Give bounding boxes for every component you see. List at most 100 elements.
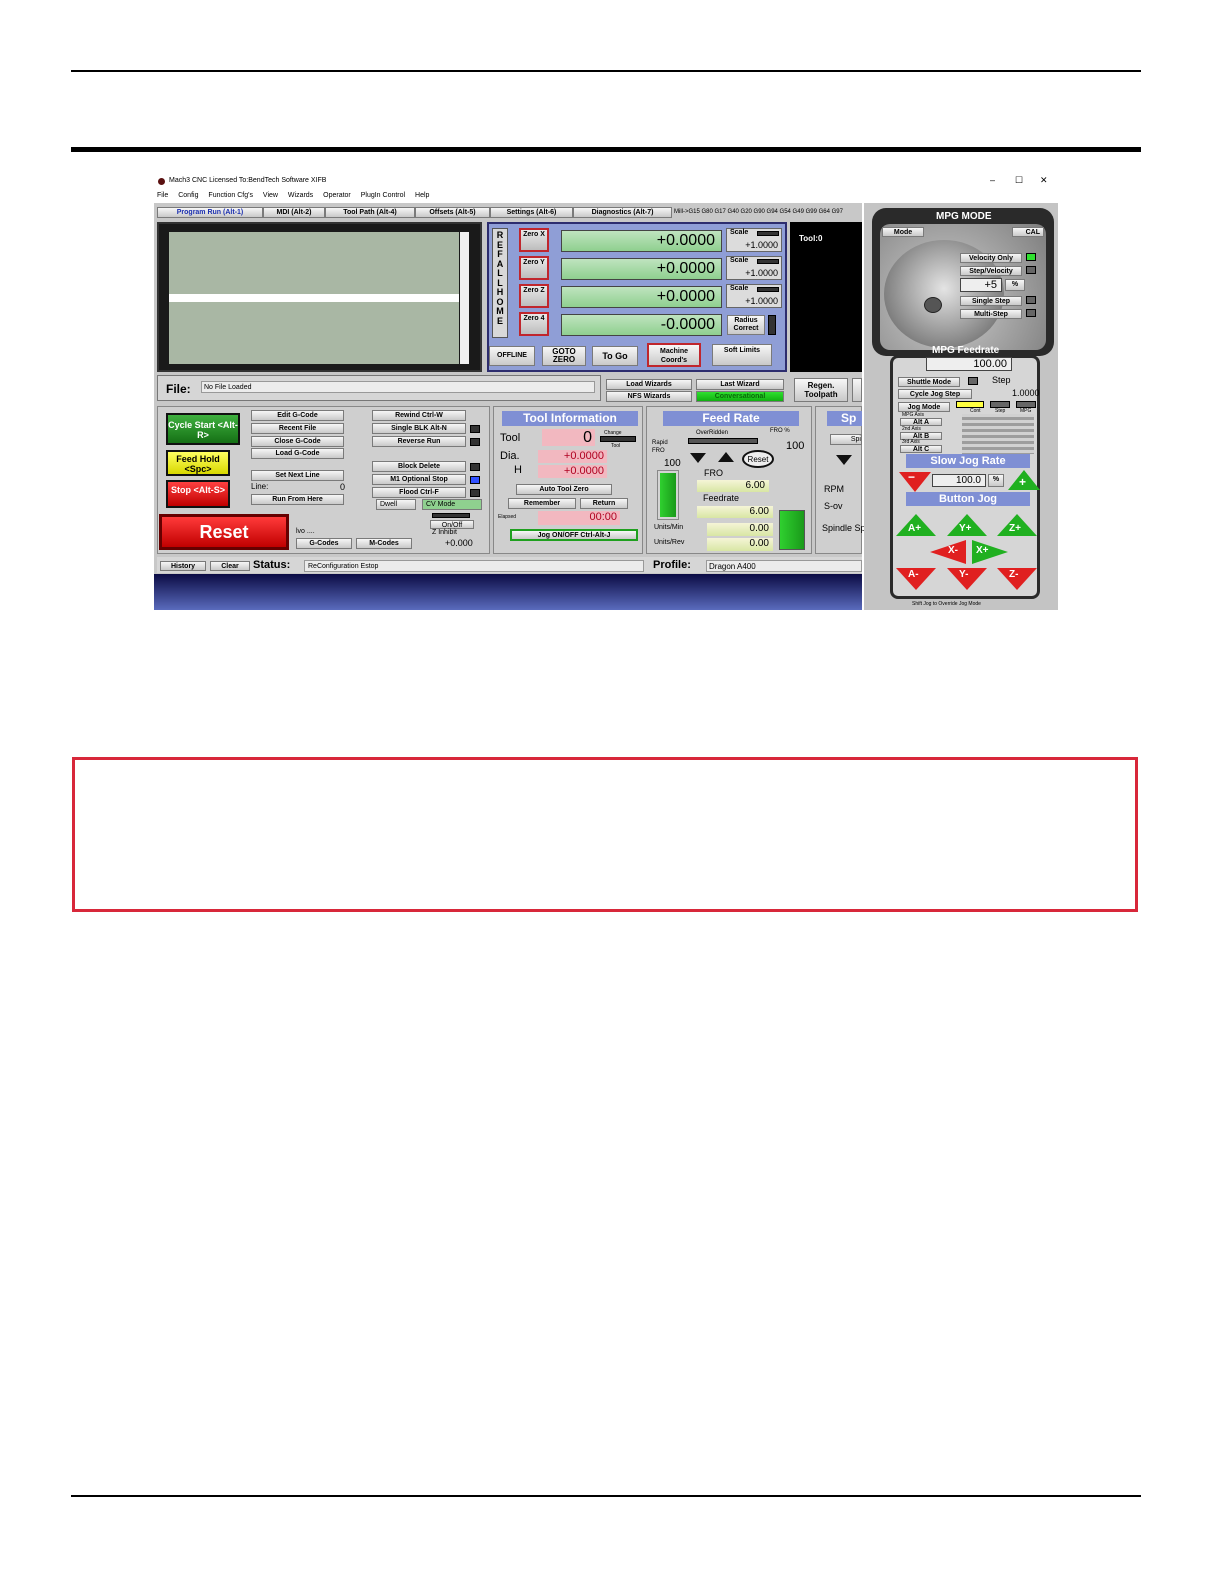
dro-x[interactable]: +0.0000 xyxy=(561,230,722,252)
regen-side-button[interactable] xyxy=(852,378,862,402)
menu-function-cfgs[interactable]: Function Cfg's xyxy=(208,192,253,199)
tab-diagnostics[interactable]: Diagnostics (Alt-7) xyxy=(573,207,672,218)
history-button[interactable]: History xyxy=(160,561,206,571)
scale-x-value[interactable]: +1.0000 xyxy=(745,240,778,250)
goto-zero-button[interactable]: GOTO ZERO xyxy=(542,346,586,366)
close-icon[interactable]: ✕ xyxy=(1040,175,1048,186)
soft-limits-button[interactable]: Soft Limits xyxy=(712,344,772,366)
mpg-wheel-knob[interactable] xyxy=(924,297,942,313)
machine-coords-button[interactable]: Machine Coord's xyxy=(647,343,701,367)
offline-button[interactable]: OFFLINE xyxy=(489,346,535,366)
rewind-button[interactable]: Rewind Ctrl-W xyxy=(372,410,466,421)
menu-view[interactable]: View xyxy=(263,192,278,199)
flood-button[interactable]: Flood Ctrl-F xyxy=(372,487,466,498)
reset-button[interactable]: Reset xyxy=(159,514,289,550)
step-velocity-button[interactable]: Step/Velocity xyxy=(960,266,1022,276)
spindle-down-icon[interactable] xyxy=(836,455,852,465)
gcode-scrollbar[interactable] xyxy=(460,232,469,364)
minimize-icon[interactable]: – xyxy=(990,175,995,185)
slow-jog-percent-button[interactable]: % xyxy=(988,474,1004,487)
feed-hold-button[interactable]: Feed Hold <Spc> xyxy=(166,450,230,476)
recent-file-button[interactable]: Recent File xyxy=(251,423,344,434)
menu-config[interactable]: Config xyxy=(178,192,198,199)
menu-wizards[interactable]: Wizards xyxy=(288,192,313,199)
radius-correct-button[interactable]: Radius Correct xyxy=(727,315,765,335)
fro-reset-button[interactable]: Reset xyxy=(742,450,774,468)
m1-optional-stop-button[interactable]: M1 Optional Stop xyxy=(372,474,466,485)
tab-mdi[interactable]: MDI (Alt-2) xyxy=(263,207,325,218)
zero-4-button[interactable]: Zero 4 xyxy=(519,312,549,336)
velocity-only-button[interactable]: Velocity Only xyxy=(960,253,1022,263)
toolpath-view[interactable]: Tool:0 xyxy=(790,222,862,372)
cv-mode-button[interactable]: CV Mode xyxy=(422,499,482,510)
auto-tool-zero-button[interactable]: Auto Tool Zero xyxy=(516,484,612,495)
multi-step-button[interactable]: Multi-Step xyxy=(960,309,1022,319)
step-percent-button[interactable]: % xyxy=(1005,279,1025,291)
return-button[interactable]: Return xyxy=(580,498,628,509)
clear-button[interactable]: Clear xyxy=(210,561,250,571)
run-from-here-button[interactable]: Run From Here xyxy=(251,494,344,505)
cycle-start-button[interactable]: Cycle Start <Alt-R> xyxy=(166,413,240,445)
line-value[interactable]: 0 xyxy=(340,482,345,492)
dro-z[interactable]: +0.0000 xyxy=(561,286,722,308)
slow-jog-value[interactable]: 100.0 xyxy=(932,474,986,487)
shuttle-mode-button[interactable]: Shuttle Mode xyxy=(898,377,960,387)
spindle-button[interactable]: Spi xyxy=(830,434,862,445)
tab-program-run[interactable]: Program Run (Alt-1) xyxy=(157,207,263,218)
mpg-feedrate-value[interactable]: 100.00 xyxy=(926,357,1012,371)
mpg-mode-button[interactable]: Mode xyxy=(882,227,924,237)
cycle-jog-step-value[interactable]: 1.0000 xyxy=(1012,388,1040,398)
mpg-cal-button[interactable]: CAL xyxy=(1012,227,1044,237)
fro-down-icon[interactable] xyxy=(690,453,706,463)
regen-toolpath-button[interactable]: Regen. Toolpath xyxy=(794,378,848,402)
load-wizards-button[interactable]: Load Wizards xyxy=(606,379,692,390)
menu-operator[interactable]: Operator xyxy=(323,192,351,199)
menu-help[interactable]: Help xyxy=(415,192,429,199)
stop-button[interactable]: Stop <Alt-S> xyxy=(166,480,230,508)
set-next-line-button[interactable]: Set Next Line xyxy=(251,470,344,481)
feedrate-slider[interactable] xyxy=(779,510,805,550)
maximize-icon[interactable]: ☐ xyxy=(1015,175,1023,186)
alt-c-button[interactable]: Alt C xyxy=(900,445,942,453)
dro-4[interactable]: -0.0000 xyxy=(561,314,722,336)
onoff-button[interactable]: On/Off xyxy=(430,520,474,529)
jog-mode-button[interactable]: Jog Mode xyxy=(898,402,950,412)
rapid-fro-value[interactable]: 100 xyxy=(664,458,681,469)
zero-z-button[interactable]: Zero Z xyxy=(519,284,549,308)
menu-file[interactable]: File xyxy=(157,192,168,199)
zero-x-button[interactable]: Zero X xyxy=(519,228,549,252)
single-step-button[interactable]: Single Step xyxy=(960,296,1022,306)
alt-a-button[interactable]: Alt A xyxy=(900,418,942,426)
zinhibit-value[interactable]: +0.000 xyxy=(445,538,473,548)
last-wizard-button[interactable]: Last Wizard xyxy=(696,379,784,390)
remember-button[interactable]: Remember xyxy=(508,498,576,509)
scale-z-value[interactable]: +1.0000 xyxy=(745,296,778,306)
h-value[interactable]: +0.0000 xyxy=(538,465,607,478)
fro-up-icon[interactable] xyxy=(718,452,734,462)
gcodes-button[interactable]: G-Codes xyxy=(296,538,352,549)
conversational-button[interactable]: Conversational xyxy=(696,391,784,402)
cycle-jog-step-button[interactable]: Cycle Jog Step xyxy=(898,389,972,399)
to-go-button[interactable]: To Go xyxy=(592,346,638,366)
zero-y-button[interactable]: Zero Y xyxy=(519,256,549,280)
nfs-wizards-button[interactable]: NFS Wizards xyxy=(606,391,692,402)
ref-all-home-button[interactable]: REFALLHOME xyxy=(492,228,508,338)
load-gcode-button[interactable]: Load G-Code xyxy=(251,448,344,459)
tab-offsets[interactable]: Offsets (Alt-5) xyxy=(415,207,490,218)
dro-y[interactable]: +0.0000 xyxy=(561,258,722,280)
feedrate-value[interactable]: 6.00 xyxy=(697,506,773,518)
single-blk-button[interactable]: Single BLK Alt-N xyxy=(372,423,466,434)
rapid-fro-slider[interactable] xyxy=(657,470,679,520)
reverse-run-button[interactable]: Reverse Run xyxy=(372,436,466,447)
scale-y-value[interactable]: +1.0000 xyxy=(745,268,778,278)
dia-value[interactable]: +0.0000 xyxy=(538,450,607,463)
step-value[interactable]: +5 xyxy=(960,278,1002,292)
tab-settings[interactable]: Settings (Alt-6) xyxy=(490,207,573,218)
dwell-button[interactable]: Dwell xyxy=(376,499,416,510)
tab-tool-path[interactable]: Tool Path (Alt-4) xyxy=(325,207,415,218)
tool-value[interactable]: 0 xyxy=(542,429,595,446)
jog-toggle-button[interactable]: Jog ON/OFF Ctrl-Alt-J xyxy=(510,529,638,541)
mcodes-button[interactable]: M-Codes xyxy=(356,538,412,549)
gcode-list-bottom[interactable] xyxy=(169,302,459,364)
gcode-list-top[interactable] xyxy=(169,232,459,294)
